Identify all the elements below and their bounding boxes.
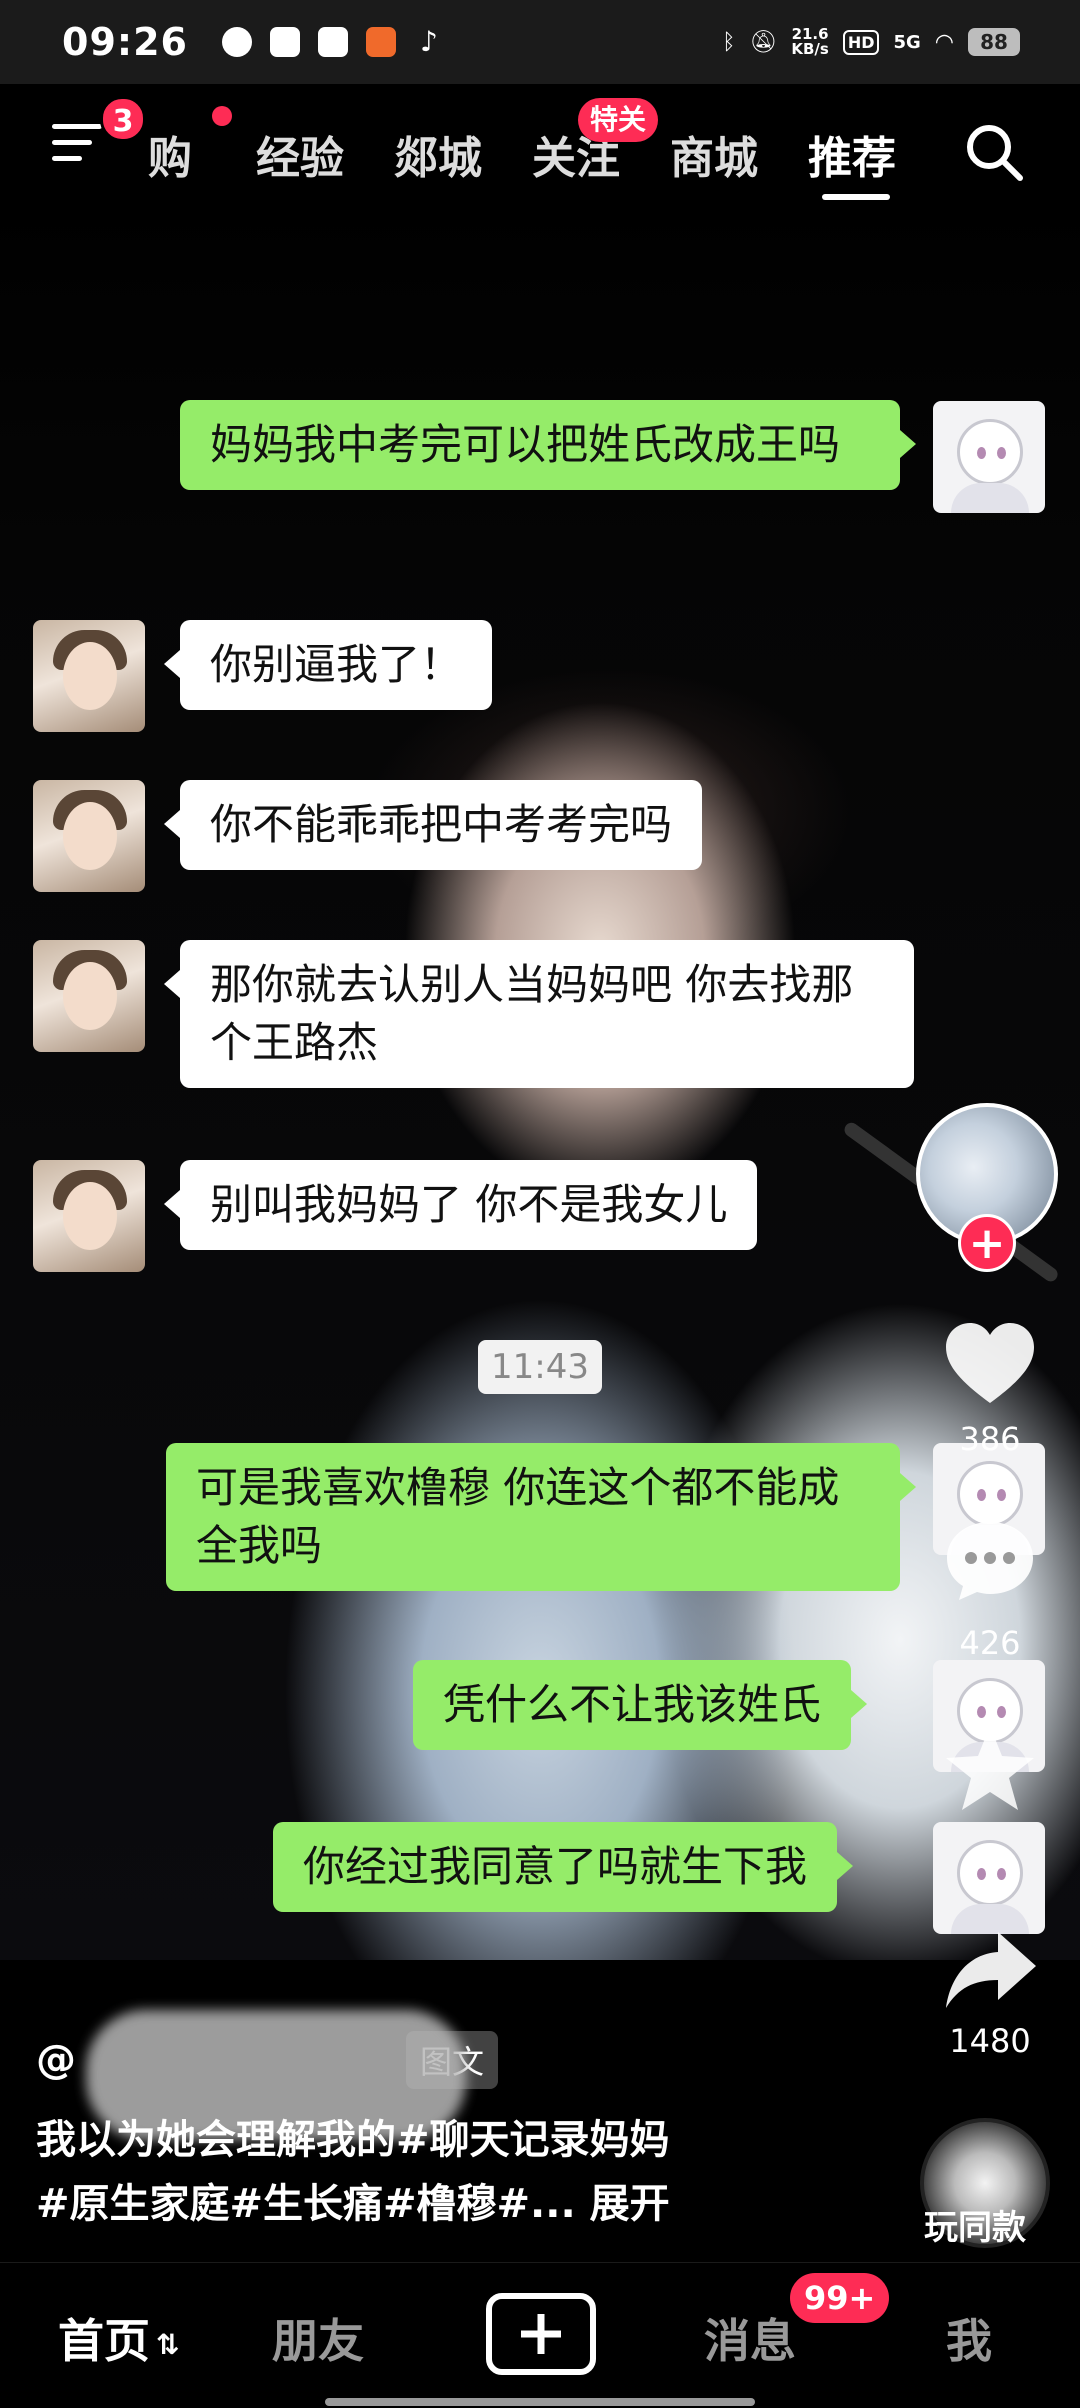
chat-bubble-mom: 你不能乖乖把中考考完吗 [163, 780, 703, 870]
chat-bubble-mom: 你别逼我了！ [163, 620, 493, 710]
chat-bubble-me: 凭什么不让我该姓氏 [413, 1660, 868, 1750]
nav-friends[interactable]: 朋友 [272, 2305, 364, 2371]
tab-local-city[interactable]: 郯城 [394, 122, 482, 186]
nav-me[interactable]: 我 [946, 2305, 992, 2371]
favorite-star-icon[interactable] [940, 1720, 1040, 1820]
tab-shopping[interactable]: 购 [148, 122, 192, 186]
shopping-app-icon [365, 27, 396, 57]
network-speed: 21.6 KB/s [791, 25, 829, 58]
heart-icon[interactable] [940, 1315, 1040, 1415]
chat-timestamp: 11:43 [478, 1340, 602, 1394]
app-notification-icon [269, 27, 300, 57]
mom-avatar [33, 940, 145, 1052]
refresh-icon: ⇅ [156, 2328, 180, 2361]
tab-shopping-dot [212, 106, 232, 126]
author-at-symbol: @ [36, 2037, 76, 2083]
chat-bubble-mom: 那你就去认别人当妈妈吧 你去找那个王路杰 [164, 940, 914, 1088]
mail-icon [317, 27, 348, 57]
chat-bubble-me: 可是我喜欢橹穆 你连这个都不能成全我吗 [166, 1443, 916, 1591]
caption-line-1: 我以为她会理解我的#聊天记录妈妈 [36, 2117, 670, 2163]
nav-home[interactable]: 首页 ⇅ [58, 2305, 179, 2371]
clock: 09:26 [62, 20, 188, 64]
following-special-badge: 特关 [578, 98, 659, 142]
mute-bell-icon: 🔕︎ [749, 29, 778, 55]
my-avatar [933, 1822, 1045, 1934]
share-icon[interactable] [940, 1928, 1040, 2012]
menu-badge: 3 [100, 96, 146, 142]
like-count: 386 [959, 1420, 1021, 1458]
create-plus-button[interactable] [486, 2293, 596, 2375]
messages-badge: 99+ [790, 2273, 890, 2323]
hamburger-menu-icon[interactable] [52, 124, 102, 174]
chat-bubble-mom: 别叫我妈妈了 你不是我女儿 [163, 1160, 758, 1250]
top-navigation: 3 购 经验 郯城 关注 特关 商城 推荐 [0, 84, 1080, 214]
comment-count: 426 [959, 1624, 1021, 1662]
hd-icon: HD [842, 29, 880, 55]
system-status: ᛒ 🔕︎ 21.6 KB/s HD 5G ◠ 88 [722, 27, 1020, 57]
tab-mall[interactable]: 商城 [670, 122, 758, 186]
tab-experience[interactable]: 经验 [256, 122, 344, 186]
chat-bubble-me: 你经过我同意了吗就生下我 [273, 1822, 854, 1912]
share-count: 1480 [949, 2022, 1031, 2060]
tab-recommend[interactable]: 推荐 [808, 122, 896, 186]
wifi-icon: ◠ [934, 29, 954, 55]
cellular-signal-icon: 5G [893, 31, 921, 53]
notification-icons: ♪ [221, 25, 444, 58]
status-bar: 09:26 ♪ ᛒ 🔕︎ 21.6 KB/s HD 5G ◠ 88 [0, 0, 1080, 84]
follow-plus-button[interactable]: + [958, 1214, 1016, 1272]
my-avatar [933, 401, 1045, 513]
bottom-navigation: 首页 ⇅ 朋友 消息 99+ 我 [0, 2262, 1080, 2408]
use-same-template-label[interactable]: 玩同款 [924, 2200, 1026, 2249]
nav-messages[interactable]: 消息 [704, 2305, 796, 2371]
battery-icon: 88 [968, 28, 1020, 56]
home-indicator[interactable] [325, 2398, 755, 2406]
tiktok-icon: ♪ [420, 25, 438, 58]
caption-line-2: #原生家庭#生长痛#橹穆#... [36, 2181, 576, 2227]
mom-avatar [33, 620, 145, 732]
bluetooth-icon: ᛒ [722, 29, 736, 55]
author-row[interactable]: @ 图文 [36, 2010, 936, 2140]
search-icon[interactable] [964, 122, 1024, 182]
chat-bubble-me: 妈妈我中考完可以把姓氏改成王吗 [180, 400, 916, 490]
comment-icon[interactable] [943, 1518, 1037, 1602]
browser-icon [221, 27, 252, 57]
mom-avatar [33, 1160, 145, 1272]
active-tab-indicator [822, 194, 890, 200]
video-caption: @ 图文 [36, 2010, 936, 2140]
mom-avatar [33, 780, 145, 892]
caption-text[interactable]: 我以为她会理解我的#聊天记录妈妈 #原生家庭#生长痛#橹穆#... 展开 [36, 2108, 916, 2236]
expand-link[interactable]: 展开 [590, 2181, 670, 2227]
